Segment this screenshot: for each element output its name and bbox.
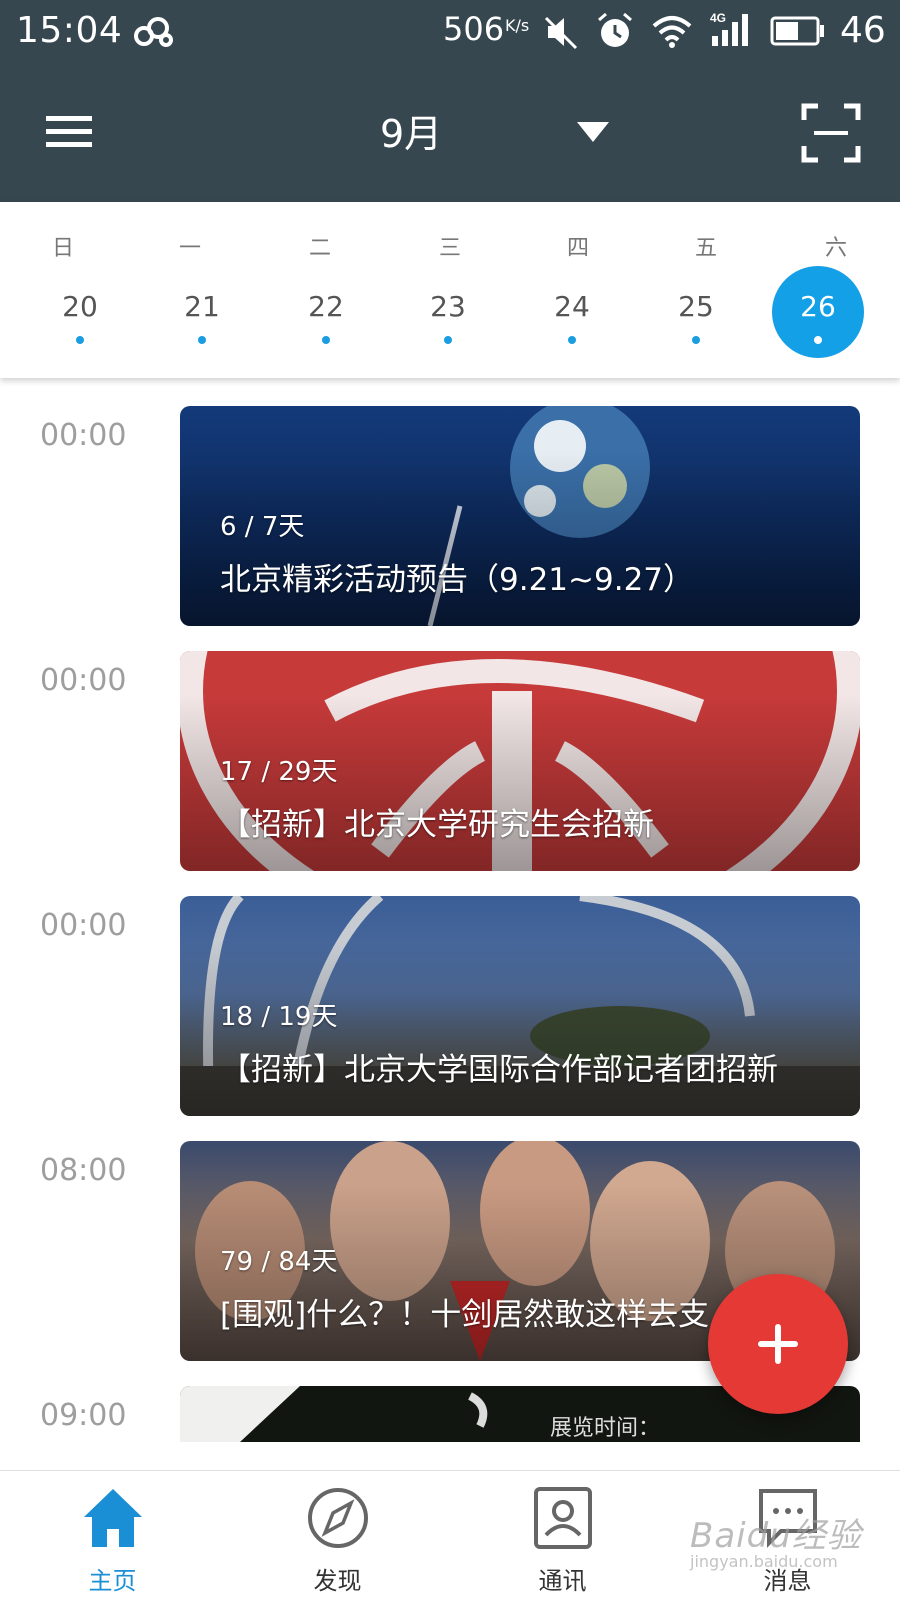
event-dot [198,336,206,344]
event-time: 08:00 [40,1153,127,1188]
event-title: [围观]什么？！十剑居然敢这样去支 [220,1297,710,1333]
event-progress: 17 / 29天 [220,757,338,787]
app-bar: 9月 [0,64,900,202]
day-cell[interactable]: 23 [402,266,494,358]
event-dot [568,336,576,344]
event-progress: 79 / 84天 [220,1247,338,1277]
weekday-label: 一 [178,236,201,261]
net-speed-unit: K/s [505,16,530,35]
caret-down-icon [577,122,609,142]
wifi-icon [652,16,692,48]
day-cell[interactable]: 25 [650,266,742,358]
event-time: 09:00 [40,1398,127,1433]
alarm-icon [598,12,632,47]
event-title: 【招新】北京大学国际合作部记者团招新 [220,1052,778,1088]
status-time: 15:04 [16,10,123,51]
signal-4g-icon: 4G [710,11,748,46]
weekday-label: 三 [438,236,461,261]
event-caption: 展览时间： [550,1416,661,1441]
day-number: 24 [554,290,590,323]
watermark-logo: Baidu经验 [690,1516,862,1556]
week-strip: 日 一 二 三 四 五 六 20 21 22 23 24 25 26 [0,202,900,378]
day-number: 26 [800,290,836,323]
event-dot [444,336,452,344]
hamburger-menu-icon[interactable] [40,102,100,162]
cloud-icon [134,17,173,47]
watermark-url: jingyan.baidu.com [690,1552,838,1571]
event-card[interactable]: 6 / 7天 北京精彩活动预告（9.21~9.27） [180,406,860,626]
nav-item-contacts[interactable]: 通讯 [450,1471,675,1600]
nav-label: 通讯 [538,1567,587,1595]
event-card[interactable]: 18 / 19天 【招新】北京大学国际合作部记者团招新 [180,896,860,1116]
day-cell[interactable]: 21 [156,266,248,358]
compass-icon [308,1488,368,1548]
battery-percent: 46 [840,10,886,51]
status-bar: 15:04 506 K/s 4G 46 [0,0,900,64]
event-dot [76,336,84,344]
month-label: 9月 [380,111,443,156]
day-number: 23 [430,290,466,323]
event-dot [322,336,330,344]
mute-icon [544,16,578,50]
day-number: 21 [184,290,220,323]
weekday-label: 五 [694,236,717,261]
net-speed: 506 [443,10,505,48]
battery-icon [770,16,824,46]
weekday-label: 日 [51,236,74,261]
scan-icon[interactable] [800,102,862,164]
day-cell[interactable]: 20 [34,266,126,358]
event-time: 00:00 [40,418,127,453]
event-progress: 6 / 7天 [220,512,305,542]
day-cell[interactable]: 24 [526,266,618,358]
nav-label: 发现 [313,1567,362,1595]
event-title: 北京精彩活动预告（9.21~9.27） [220,562,695,598]
top-bar: 15:04 506 K/s 4G 46 9月 [0,0,900,202]
add-event-button[interactable] [708,1274,848,1414]
event-card[interactable]: 17 / 29天 【招新】北京大学研究生会招新 [180,651,860,871]
nav-item-discover[interactable]: 发现 [225,1471,450,1600]
nav-item-home[interactable]: 主页 [0,1471,225,1600]
home-icon [84,1489,142,1547]
event-progress: 18 / 19天 [220,1002,338,1032]
weekday-label: 六 [824,236,847,261]
day-cell-selected[interactable]: 26 [772,266,864,358]
weekday-label: 二 [308,236,331,261]
event-time: 00:00 [40,908,127,943]
weekday-label: 四 [566,236,589,261]
event-dot [692,336,700,344]
event-dot [814,336,822,344]
nav-label: 主页 [88,1567,137,1595]
day-cell[interactable]: 22 [280,266,372,358]
day-number: 22 [308,290,344,323]
day-number: 20 [62,290,98,323]
plus-icon [775,1324,781,1364]
contact-card-icon [534,1487,592,1549]
day-number: 25 [678,290,714,323]
event-time: 00:00 [40,663,127,698]
month-selector[interactable]: 9月 [380,98,609,162]
event-title: 【招新】北京大学研究生会招新 [220,807,654,843]
svg-text:4G: 4G [710,11,726,25]
